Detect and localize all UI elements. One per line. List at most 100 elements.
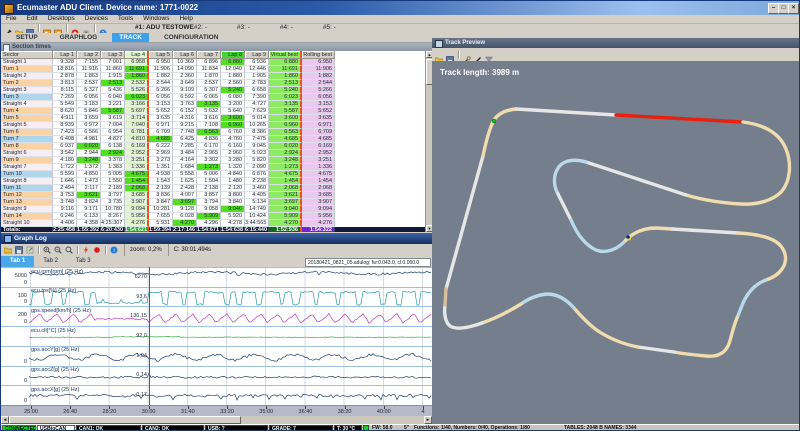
track-map[interactable]: Track length: 3989 m (432, 61, 800, 424)
lap-time-cell[interactable]: 7:108 (197, 122, 221, 129)
lap-time-cell[interactable]: 1:646 (53, 178, 77, 185)
sector-row[interactable]: Turn 86:9376:0206:1386:1696:2227:2856:17… (1, 143, 425, 150)
lap-time-cell[interactable]: 2:944 (77, 150, 101, 157)
device-tab-4[interactable]: #4: - (280, 24, 293, 32)
lap-time-cell[interactable]: 2:068 (125, 185, 149, 192)
settings-icon[interactable] (82, 24, 90, 32)
lap-time-cell[interactable]: 3:635 (149, 115, 173, 122)
close-button[interactable]: × (788, 3, 799, 14)
lap-time-cell[interactable]: 6:056 (149, 94, 173, 101)
lap-time-cell[interactable]: 10:369 (173, 59, 197, 66)
lap-time-cell[interactable]: 1:684 (173, 164, 197, 171)
graph-hscrollbar[interactable]: ◄ ► (1, 416, 432, 424)
lap-time-cell[interactable]: 4:406 (53, 220, 77, 227)
lap-time-cell[interactable]: 9:328 (53, 59, 77, 66)
lap-time-cell[interactable]: 4:25:307 (101, 220, 125, 227)
lap-time-cell[interactable]: 9:109 (173, 87, 197, 94)
lap-time-cell[interactable]: 5:240 (221, 87, 245, 94)
lap-time-cell[interactable]: 6:880 (221, 59, 245, 66)
lap-time-cell[interactable]: 2:960 (221, 150, 245, 157)
lap-time-cell[interactable]: 9:040 (221, 206, 245, 213)
sector-row[interactable]: Turn 54:9113:6593:6193:7143:6354:3163:61… (1, 115, 425, 122)
lap-time-cell[interactable]: 6:133 (77, 213, 101, 220)
lap-time-cell[interactable]: 3:135 (197, 101, 221, 108)
lap-time-cell[interactable]: 6:566 (77, 129, 101, 136)
lap-time-cell[interactable]: 11:834 (197, 66, 221, 73)
lap-time-cell[interactable]: 5:846 (77, 108, 101, 115)
lap-time-cell[interactable]: 1:504 (197, 178, 221, 185)
tab-track[interactable]: TRACK (112, 33, 149, 42)
lap-time-cell[interactable]: 1:372 (77, 164, 101, 171)
sector-row[interactable]: Straight 81:6461:4731:5501:4541:5431:625… (1, 178, 425, 185)
lap-time-cell[interactable]: 1:454 (125, 178, 149, 185)
lap-time-cell[interactable]: 6:065 (197, 94, 221, 101)
lap-time-cell[interactable]: 3:619 (101, 115, 125, 122)
lap-time-cell[interactable]: 11:916 (77, 66, 101, 73)
lap-time-cell[interactable]: 3:621 (77, 192, 101, 199)
sector-row[interactable]: Straight 63:5422:9442:9242:9522:9693:484… (1, 150, 425, 157)
lap-time-cell[interactable]: 6:760 (221, 129, 245, 136)
lap-time-cell[interactable]: 4:276 (125, 220, 149, 227)
lap-time-cell[interactable]: 8:620 (53, 108, 77, 115)
lap-time-cell[interactable]: 3:200 (221, 101, 245, 108)
sector-row[interactable]: Turn 105:5994:8505:0054:6754:9385:5585:0… (1, 171, 425, 178)
lap-time-cell[interactable]: 4:810 (125, 136, 149, 143)
lap-time-cell[interactable]: 8:386 (245, 129, 269, 136)
lap-time-cell[interactable]: 18:816 (53, 66, 77, 73)
lap-time-cell[interactable]: 4:358 (77, 220, 101, 227)
lap-time-cell[interactable]: 5:632 (197, 108, 221, 115)
lap-time-cell[interactable]: 4:827 (101, 136, 125, 143)
lap-time-cell[interactable]: 9:215 (173, 122, 197, 129)
lap-time-cell[interactable]: 4:760 (221, 136, 245, 143)
lap-time-cell[interactable]: 6:080 (221, 94, 245, 101)
lap-time-cell[interactable]: 3:735 (101, 199, 125, 206)
lap-time-cell[interactable]: 3:542 (53, 150, 77, 157)
lap-time-cell[interactable]: 4:405 (245, 192, 269, 199)
stop-icon[interactable] (71, 24, 79, 32)
lap-time-cell[interactable]: 4:938 (149, 171, 173, 178)
lap-time-cell[interactable]: 3:763 (173, 101, 197, 108)
lap-time-cell[interactable]: 5:134 (245, 199, 269, 206)
sector-row[interactable]: Straight 38:1155:3275:4365:5265:2669:109… (1, 87, 425, 94)
open-icon[interactable] (435, 51, 443, 59)
lap-time-cell[interactable]: 2:783 (245, 80, 269, 87)
lap-time-cell[interactable]: 3:302 (197, 157, 221, 164)
sector-row[interactable]: Straight 19:3287:1557:0016:9586:95010:36… (1, 59, 425, 66)
lap-time-cell[interactable]: 7:001 (101, 59, 125, 66)
lap-time-cell[interactable]: 1:870 (197, 73, 221, 80)
lap-time-cell[interactable]: 6:958 (125, 59, 149, 66)
lap-time-cell[interactable]: 5:014 (245, 115, 269, 122)
sector-row[interactable]: Turn 23:8132:5372:5132:5322:5443:6492:53… (1, 80, 425, 87)
sector-row[interactable]: Straight 71:7221:3721:3831:3361:3511:684… (1, 164, 425, 171)
lap-time-cell[interactable]: 3:840 (221, 199, 245, 206)
lap-time-cell[interactable]: 4:850 (77, 171, 101, 178)
lap-time-cell[interactable]: 3:847 (149, 199, 173, 206)
lap-time-cell[interactable]: 3:857 (197, 192, 221, 199)
sector-row[interactable]: Turn 67:4236:5666:9546:7816:7097:7486:56… (1, 129, 425, 136)
column-header[interactable]: Lap 4 (125, 51, 149, 59)
lap-time-cell[interactable]: 9:058 (197, 206, 221, 213)
lap-time-cell[interactable]: 7:748 (173, 129, 197, 136)
lap-time-cell[interactable]: 4:727 (245, 101, 269, 108)
lap-time-cell[interactable]: 2:952 (125, 150, 149, 157)
menu-edit[interactable]: Edit (21, 15, 42, 23)
column-header[interactable]: Lap 3 (101, 51, 125, 59)
lap-time-cell[interactable]: 11:691 (125, 66, 149, 73)
lap-time-cell[interactable]: 3:221 (101, 101, 125, 108)
lap-time-cell[interactable]: 7:155 (77, 59, 101, 66)
sector-row[interactable]: Turn 146:2466:1338:2675:9567:6556:0285:9… (1, 213, 425, 220)
save-icon[interactable] (446, 51, 454, 59)
lap-time-cell[interactable]: 1:722 (53, 164, 77, 171)
lap-time-cell[interactable]: 6:222 (149, 143, 173, 150)
lap-time-cell[interactable]: 3:600 (221, 115, 245, 122)
tab-setup[interactable]: SETUP (9, 33, 45, 42)
sector-row[interactable]: Turn 94:1803:2483:3783:2513:2734:1643:30… (1, 157, 425, 164)
lap-time-cell[interactable]: 1:480 (221, 178, 245, 185)
lap-time-cell[interactable]: 2:532 (125, 80, 149, 87)
lap-time-cell[interactable]: 6:954 (101, 129, 125, 136)
save-icon[interactable] (15, 246, 23, 254)
lap-time-cell[interactable]: 1:336 (125, 164, 149, 171)
open-icon[interactable] (4, 246, 12, 254)
lap-time-cell[interactable]: 9:045 (245, 143, 269, 150)
lap-time-cell[interactable]: 7:040 (125, 122, 149, 129)
